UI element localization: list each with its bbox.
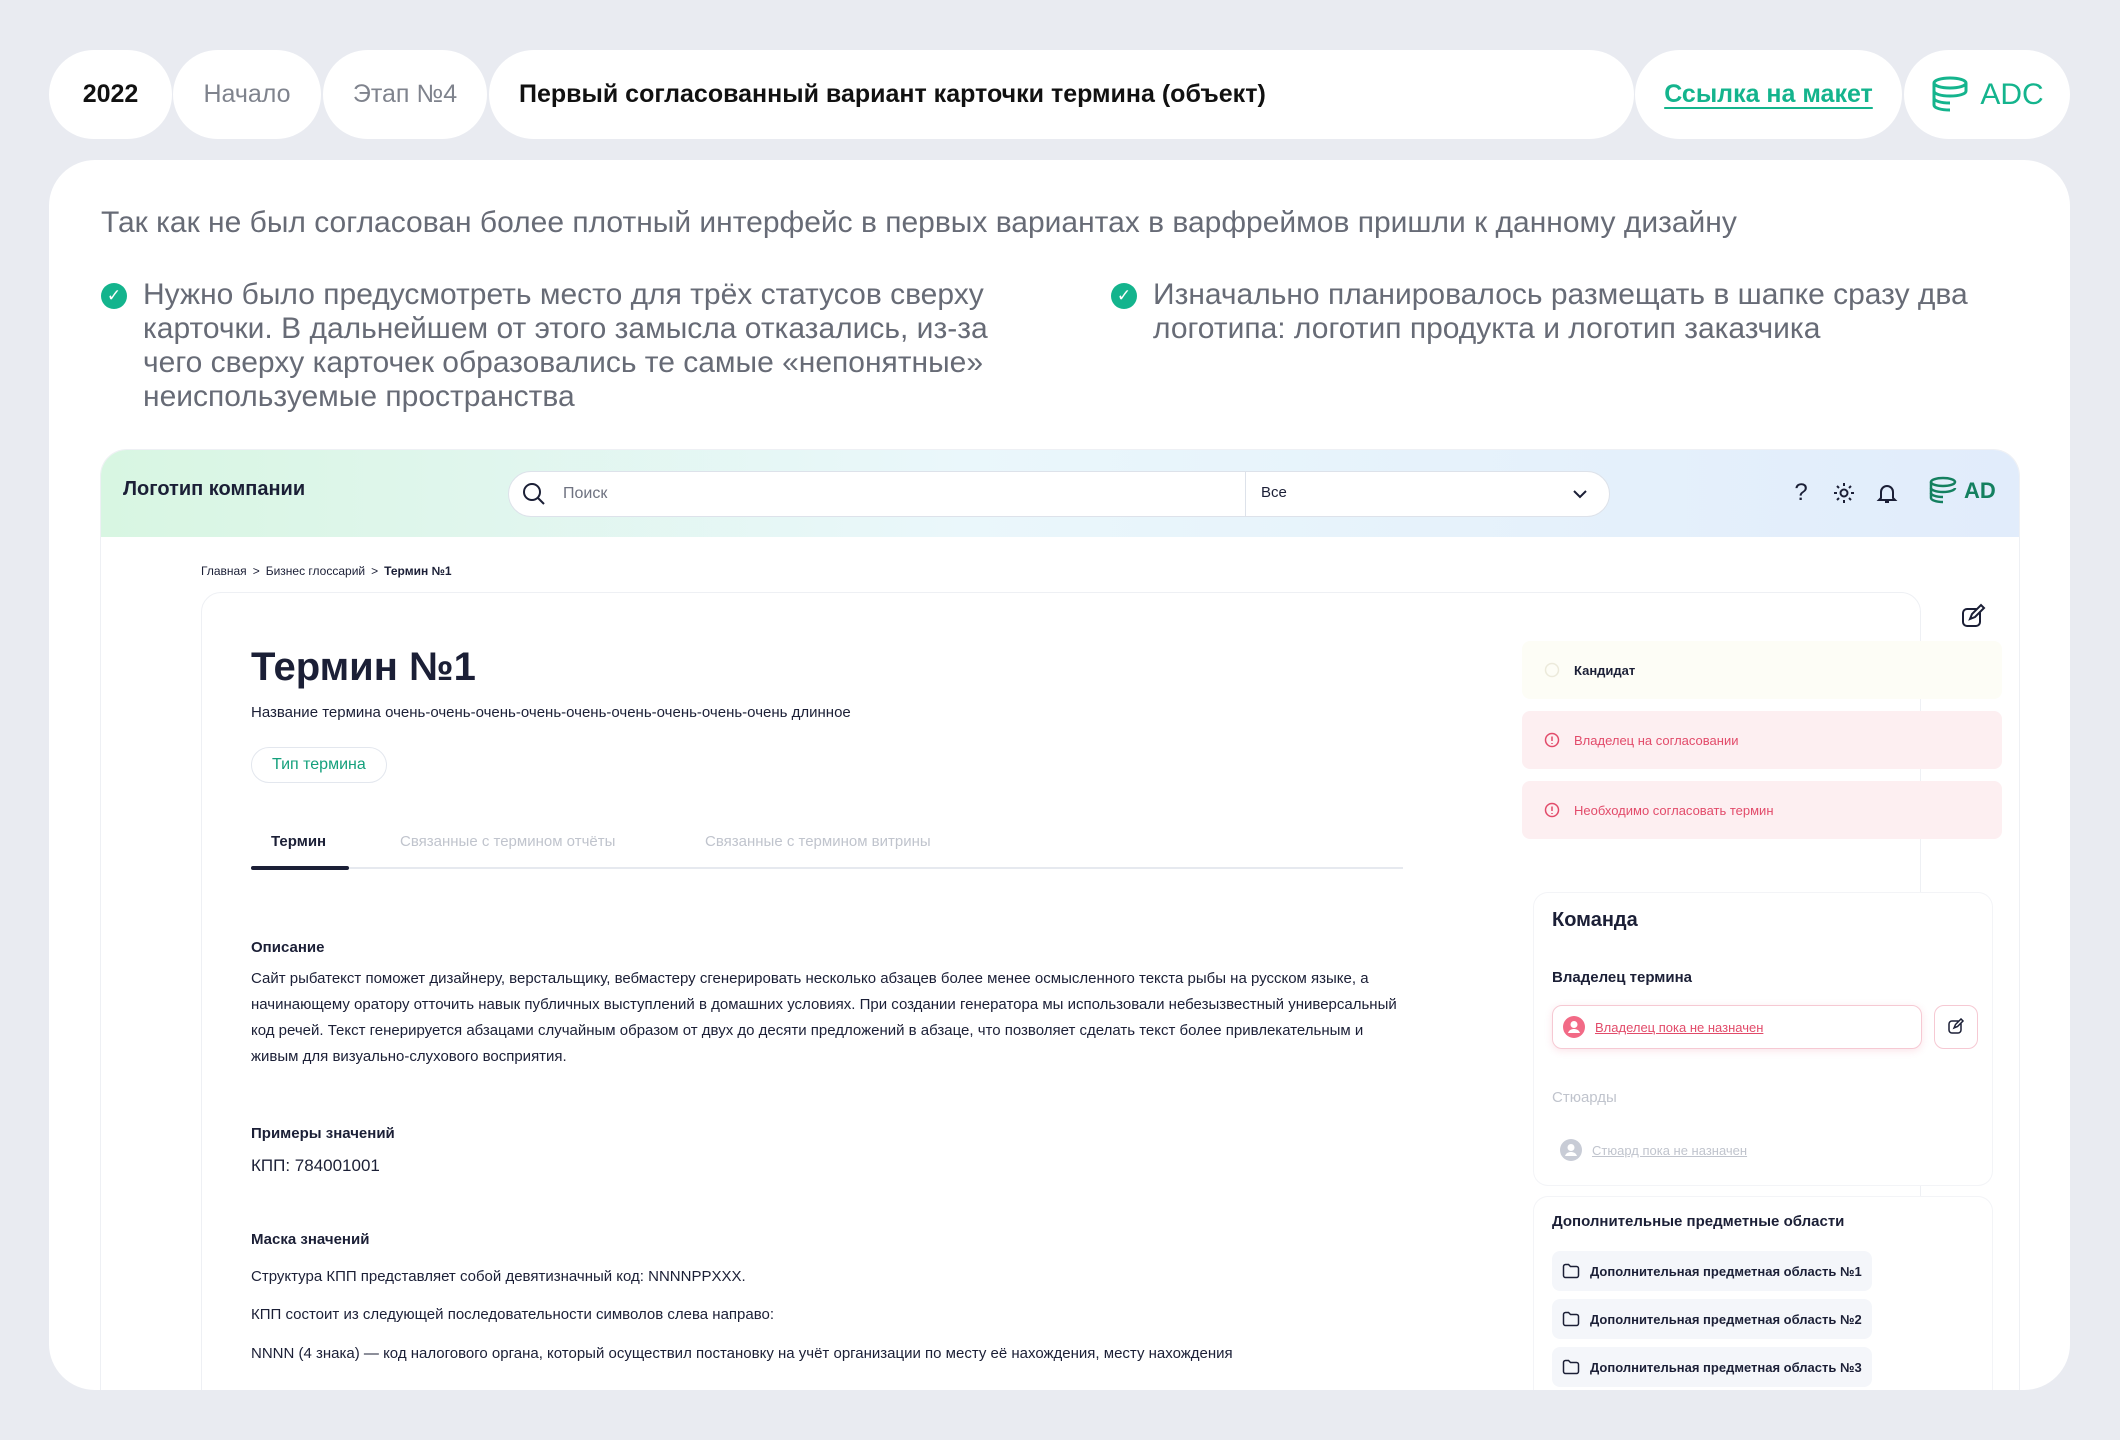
user-icon [1563,1016,1585,1038]
help-icon[interactable]: ? [1786,478,1816,508]
intro-text: Так как не был согласован более плотный … [101,206,1737,239]
active-tab-indicator [251,866,349,870]
check-icon: ✓ [101,283,127,309]
breadcrumb-home[interactable]: Главная [201,564,247,578]
subject-areas-heading: Дополнительные предметные области [1552,1213,1845,1230]
breadcrumb-separator: > [252,564,260,578]
tab-reports[interactable]: Связанные с термином отчёты [400,833,615,850]
status-owner-pending: Владелец на согласовании [1522,711,2002,769]
status-dot-icon [1544,662,1560,678]
stage-pill[interactable]: Этап №4 [323,50,487,139]
status-approve-term: Необходимо согласовать термин [1522,781,2002,839]
folder-icon [1562,1263,1580,1279]
tab-term[interactable]: Термин [271,833,326,850]
database-icon [1929,476,1957,504]
app-mockup: Логотип компании Все ? [101,450,2019,1390]
owner-field[interactable]: Владелец пока не назначен [1552,1005,1922,1049]
mask-line: NNNN (4 знака) — код налогового органа, … [251,1345,1233,1362]
chevron-down-icon[interactable] [1569,483,1591,505]
edit-icon[interactable] [1959,603,1987,631]
scope-select[interactable]: Все [1261,484,1287,501]
steward-field[interactable]: Стюард пока не назначен [1560,1139,1747,1161]
mask-line: Структура КПП представляет собой девятиз… [251,1268,746,1285]
status-candidate-label: Кандидат [1574,662,1636,678]
breadcrumb-separator: > [371,564,379,578]
breadcrumb-glossary[interactable]: Бизнес глоссарий [266,564,365,578]
folder-icon [1562,1359,1580,1375]
tab-showcases[interactable]: Связанные с термином витрины [705,833,931,850]
mask-heading: Маска значений [251,1231,370,1248]
slide: 2022 Начало Этап №4 Первый согласованный… [0,0,2120,1440]
owner-value[interactable]: Владелец пока не назначен [1595,1020,1763,1035]
adc-logo-text: ADC [1980,77,2044,111]
subject-area-item[interactable]: Дополнительная предметная область №2 [1552,1299,1872,1339]
edit-icon [1948,1018,1965,1034]
note-item: ✓ Нужно было предусмотреть место для трё… [101,278,1021,414]
database-icon [1932,76,1968,111]
steward-value[interactable]: Стюард пока не назначен [1592,1143,1747,1158]
note-item: ✓ Изначально планировалось размещать в ш… [1111,278,1971,346]
subject-area-item[interactable]: Дополнительная предметная область №3 [1552,1347,1872,1387]
team-heading: Команда [1552,909,1638,931]
start-pill[interactable]: Начало [173,50,321,139]
slide-title: Первый согласованный вариант карточки те… [489,50,1634,139]
subject-area-label: Дополнительная предметная область №2 [1590,1311,1862,1327]
owner-heading: Владелец термина [1552,969,1693,986]
description-text: Сайт рыбатекст поможет дизайнеру, верста… [251,970,1397,1065]
year-pill: 2022 [49,50,172,139]
status-approve-label: Необходимо согласовать термин [1574,802,1774,818]
team-panel: Команда Владелец термина Владелец пока н… [1534,893,1992,1185]
term-full-name: Название термина очень-очень-очень-очень… [251,704,851,721]
user-icon [1560,1139,1582,1161]
breadcrumb-current: Термин №1 [384,564,452,578]
gear-icon[interactable] [1829,478,1859,508]
examples-text: КПП: 784001001 [251,1156,380,1175]
subject-area-label: Дополнительная предметная область №1 [1590,1263,1862,1279]
subject-area-label: Дополнительная предметная область №3 [1590,1359,1862,1375]
app-logo: AD [1928,476,1996,506]
company-logo[interactable]: Логотип компании [123,478,305,501]
note-text: Изначально планировалось размещать в шап… [1153,278,1968,345]
stewards-heading: Стюарды [1552,1089,1617,1106]
description-heading: Описание [251,939,325,956]
search-divider [1245,472,1246,516]
check-icon: ✓ [1111,283,1137,309]
examples-heading: Примеры значений [251,1125,395,1142]
mockup-link[interactable]: Ссылка на макет [1635,50,1902,139]
app-header: Логотип компании Все ? [101,450,2019,537]
term-type-badge[interactable]: Тип термина [251,747,387,783]
owner-edit-button[interactable] [1934,1005,1978,1049]
breadcrumb: Главная > Бизнес глоссарий > Термин №1 [201,564,452,578]
search-input[interactable] [563,485,1203,503]
mask-line: КПП состоит из следующей последовательно… [251,1306,775,1323]
subject-areas-panel: Дополнительные предметные области Дополн… [1534,1197,1992,1390]
tab-bar: Термин Связанные с термином отчёты Связа… [251,833,1403,870]
search-bar[interactable]: Все [508,471,1610,517]
folder-icon [1562,1311,1580,1327]
alert-icon [1544,802,1560,818]
status-owner-label: Владелец на согласовании [1574,732,1739,748]
app-logo-text: AD [1964,478,1996,503]
bell-icon[interactable] [1872,478,1902,508]
status-candidate: Кандидат [1522,641,2002,699]
search-icon [523,483,545,505]
alert-icon [1544,732,1560,748]
content-card: Так как не был согласован более плотный … [49,160,2070,1390]
adc-logo: ADC [1904,50,2070,139]
subject-area-item[interactable]: Дополнительная предметная область №1 [1552,1251,1872,1291]
term-card: Термин №1 Название термина очень-очень-о… [201,592,2002,1390]
term-title: Термин №1 [251,645,476,689]
note-text: Нужно было предусмотреть место для трёх … [143,278,988,413]
